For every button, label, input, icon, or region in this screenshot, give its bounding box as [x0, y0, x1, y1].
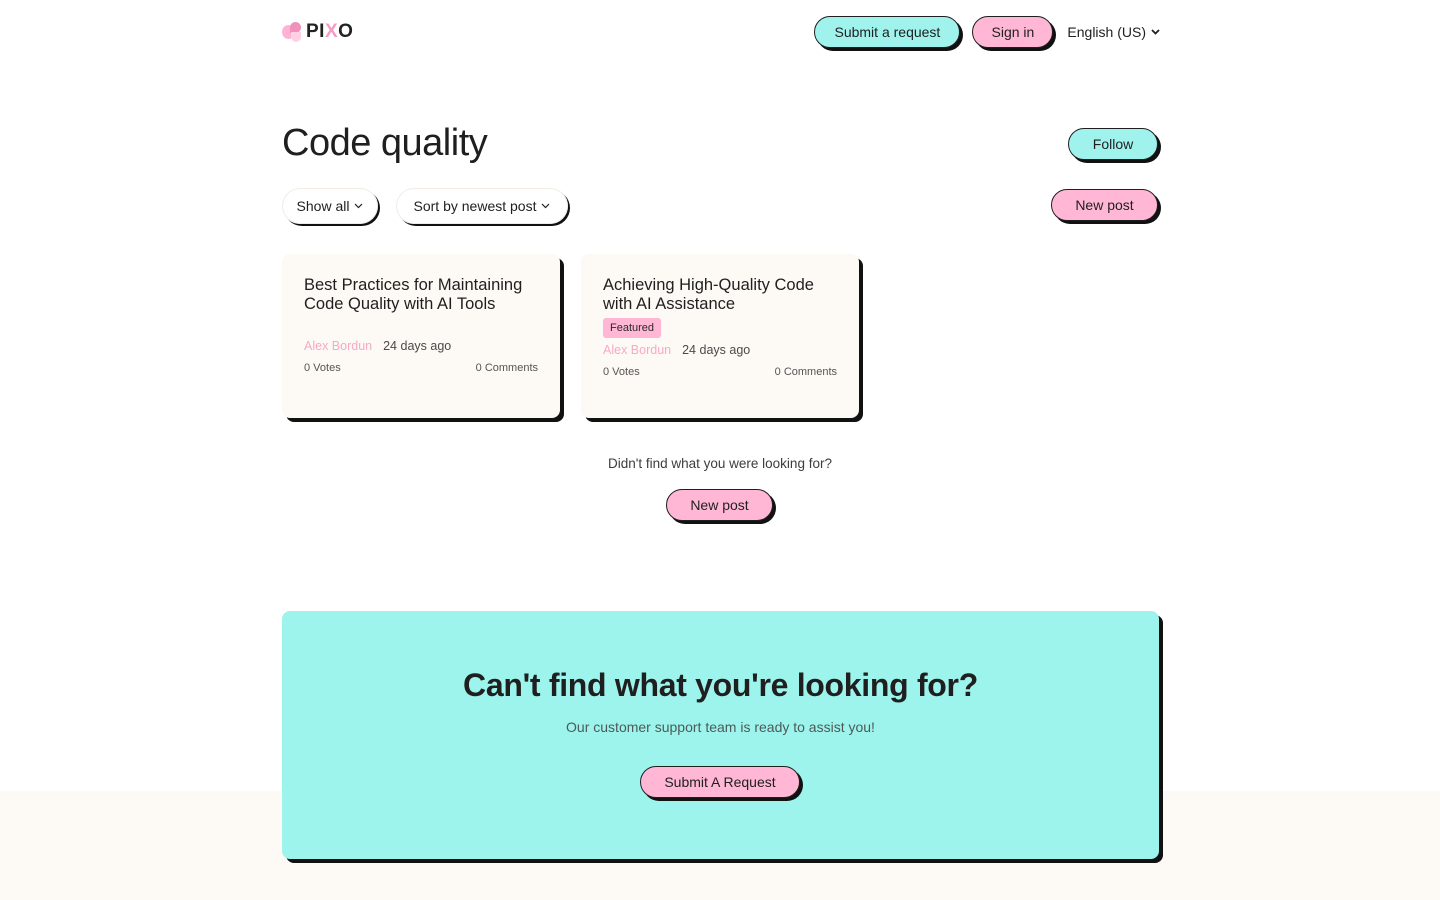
- post-votes: 0 Votes: [304, 362, 341, 374]
- post-votes: 0 Votes: [603, 366, 640, 378]
- post-meta: Alex Bordun 24 days ago: [603, 343, 837, 357]
- sort-label: Sort by newest post: [413, 198, 537, 214]
- show-all-filter[interactable]: Show all: [282, 188, 378, 224]
- logo[interactable]: PIXO: [282, 21, 353, 43]
- post-date: 24 days ago: [383, 339, 452, 353]
- logo-mark-icon: [282, 22, 302, 42]
- new-post-button-secondary[interactable]: New post: [666, 489, 773, 521]
- submit-request-cta-button[interactable]: Submit A Request: [640, 766, 800, 798]
- post-author[interactable]: Alex Bordun: [304, 339, 372, 353]
- post-card[interactable]: Achieving High-Quality Code with AI Assi…: [581, 254, 859, 418]
- post-meta: Alex Bordun 24 days ago: [304, 339, 538, 353]
- sign-in-button[interactable]: Sign in: [972, 16, 1054, 48]
- post-title[interactable]: Achieving High-Quality Code with AI Assi…: [603, 276, 837, 313]
- featured-badge: Featured: [603, 318, 662, 338]
- chevron-down-icon: [1151, 27, 1160, 38]
- sort-filter[interactable]: Sort by newest post: [396, 188, 568, 224]
- cta-subtitle: Our customer support team is ready to as…: [566, 719, 875, 735]
- post-date: 24 days ago: [682, 343, 751, 357]
- post-author[interactable]: Alex Bordun: [603, 343, 671, 357]
- new-post-button[interactable]: New post: [1051, 189, 1158, 221]
- logo-text: PIXO: [306, 21, 354, 42]
- support-cta: Can't find what you're looking for? Our …: [282, 611, 1159, 859]
- language-label: English (US): [1067, 24, 1146, 40]
- site-header: PIXO Submit a request Sign in English (U…: [282, 14, 1160, 50]
- post-title[interactable]: Best Practices for Maintaining Code Qual…: [304, 276, 538, 313]
- post-stats: 0 Votes 0 Comments: [603, 366, 837, 378]
- post-stats: 0 Votes 0 Comments: [304, 362, 538, 374]
- follow-button[interactable]: Follow: [1068, 128, 1158, 160]
- header-nav: Submit a request Sign in English (US): [814, 16, 1160, 48]
- chevron-down-icon: [354, 201, 363, 212]
- post-comments: 0 Comments: [774, 366, 837, 378]
- chevron-down-icon: [541, 201, 550, 212]
- show-all-label: Show all: [296, 198, 350, 214]
- cta-title: Can't find what you're looking for?: [463, 667, 978, 703]
- post-comments: 0 Comments: [475, 362, 538, 374]
- post-card[interactable]: Best Practices for Maintaining Code Qual…: [282, 254, 560, 418]
- page-title: Code quality: [282, 122, 488, 164]
- submit-request-button[interactable]: Submit a request: [814, 16, 961, 48]
- empty-prompt-text: Didn't find what you were looking for?: [608, 456, 832, 471]
- language-selector[interactable]: English (US): [1067, 24, 1160, 40]
